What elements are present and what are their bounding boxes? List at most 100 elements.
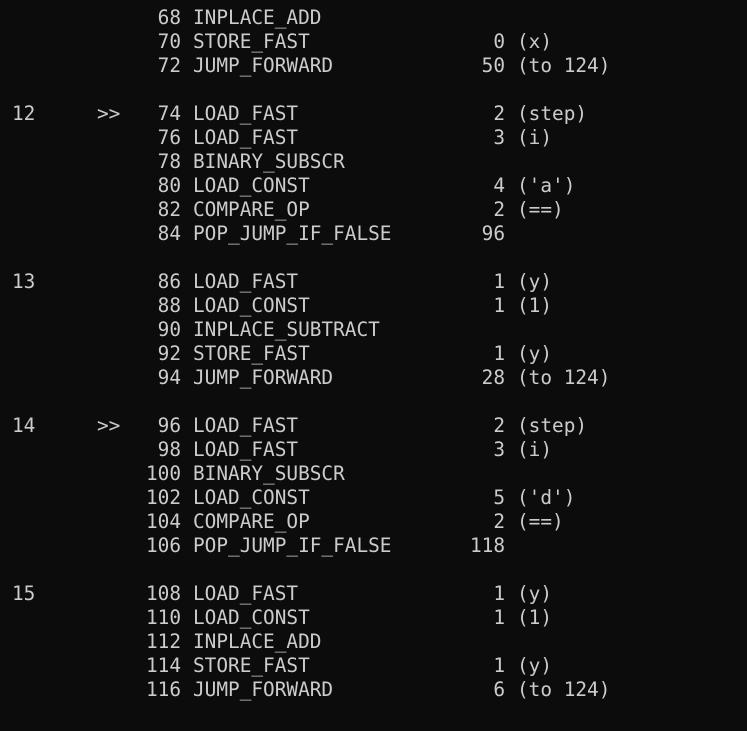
argument-repr: (i) <box>517 126 553 149</box>
opcode-name: POP_JUMP_IF_FALSE <box>193 534 392 557</box>
instruction-offset: 72 <box>157 54 181 77</box>
opcode-name: LOAD_FAST <box>193 102 299 125</box>
opcode-name: COMPARE_OP <box>193 198 310 221</box>
bytecode-line: 88 LOAD_CONST 1 (1) <box>0 294 747 318</box>
argument-repr: (==) <box>517 510 564 533</box>
instruction-offset: 78 <box>157 150 181 173</box>
bytecode-line: 112 INPLACE_ADD <box>0 630 747 654</box>
argument-repr: (to 124) <box>517 678 611 701</box>
opcode-name: LOAD_CONST <box>193 606 310 629</box>
bytecode-line: 100 BINARY_SUBSCR <box>0 462 747 486</box>
argument-repr: (1) <box>517 606 553 629</box>
opcode-name: LOAD_FAST <box>193 582 299 605</box>
instruction-offset: 108 <box>145 582 181 605</box>
opcode-argument: 1 <box>493 342 505 365</box>
bytecode-line: 78 BINARY_SUBSCR <box>0 150 747 174</box>
opcode-name: LOAD_CONST <box>193 294 310 317</box>
source-line-number: 15 <box>12 582 36 605</box>
terminal-output[interactable]: 68 INPLACE_ADD 70 STORE_FAST 0 (x) 72 JUMP_FORW… <box>0 6 747 731</box>
opcode-name: BINARY_SUBSCR <box>193 462 345 485</box>
instruction-offset: 116 <box>145 678 181 701</box>
instruction-offset: 76 <box>157 126 181 149</box>
instruction-offset: 94 <box>157 366 181 389</box>
opcode-argument: 1 <box>493 654 505 677</box>
instruction-offset: 104 <box>145 510 181 533</box>
bytecode-line: 116 JUMP_FORWARD 6 (to 124) <box>0 678 747 702</box>
instruction-offset: 92 <box>157 342 181 365</box>
opcode-argument: 96 <box>481 222 505 245</box>
opcode-name: POP_JUMP_IF_FALSE <box>193 222 392 245</box>
opcode-name: LOAD_FAST <box>193 414 299 437</box>
opcode-argument: 4 <box>493 174 505 197</box>
jump-target-marker: >> <box>97 414 121 437</box>
instruction-offset: 68 <box>157 6 181 29</box>
instruction-offset: 96 <box>157 414 181 437</box>
instruction-offset: 114 <box>145 654 181 677</box>
argument-repr: (y) <box>517 342 553 365</box>
bytecode-line: 110 LOAD_CONST 1 (1) <box>0 606 747 630</box>
instruction-offset: 90 <box>157 318 181 341</box>
bytecode-line: 80 LOAD_CONST 4 ('a') <box>0 174 747 198</box>
opcode-argument: 1 <box>493 582 505 605</box>
opcode-name: INPLACE_ADD <box>193 6 322 29</box>
argument-repr: (y) <box>517 582 553 605</box>
instruction-offset: 102 <box>145 486 181 509</box>
argument-repr: (y) <box>517 270 553 293</box>
source-line-number: 12 <box>12 102 36 125</box>
opcode-argument: 50 <box>481 54 505 77</box>
opcode-argument: 2 <box>493 102 505 125</box>
opcode-argument: 2 <box>493 510 505 533</box>
argument-repr: ('a') <box>517 174 576 197</box>
opcode-name: INPLACE_ADD <box>193 630 322 653</box>
instruction-offset: 110 <box>145 606 181 629</box>
source-line-number: 13 <box>12 270 36 293</box>
argument-repr: (step) <box>517 102 588 125</box>
argument-repr: (y) <box>517 654 553 677</box>
bytecode-line: 82 COMPARE_OP 2 (==) <box>0 198 747 222</box>
bytecode-line: 13 86 LOAD_FAST 1 (y) <box>0 270 747 294</box>
bytecode-line: 104 COMPARE_OP 2 (==) <box>0 510 747 534</box>
opcode-argument: 3 <box>493 126 505 149</box>
argument-repr: ('d') <box>517 486 576 509</box>
argument-repr: (==) <box>517 198 564 221</box>
opcode-name: STORE_FAST <box>193 30 310 53</box>
opcode-argument: 6 <box>493 678 505 701</box>
bytecode-line: 90 INPLACE_SUBTRACT <box>0 318 747 342</box>
bytecode-line: 84 POP_JUMP_IF_FALSE 96 <box>0 222 747 246</box>
instruction-offset: 100 <box>145 462 181 485</box>
jump-target-marker: >> <box>97 102 121 125</box>
argument-repr: (i) <box>517 438 553 461</box>
instruction-offset: 80 <box>157 174 181 197</box>
opcode-name: JUMP_FORWARD <box>193 366 334 389</box>
instruction-offset: 98 <box>157 438 181 461</box>
bytecode-line: 114 STORE_FAST 1 (y) <box>0 654 747 678</box>
opcode-name: LOAD_CONST <box>193 486 310 509</box>
argument-repr: (to 124) <box>517 366 611 389</box>
instruction-offset: 106 <box>145 534 181 557</box>
opcode-argument: 2 <box>493 414 505 437</box>
opcode-name: LOAD_FAST <box>193 126 299 149</box>
bytecode-line: 12 >> 74 LOAD_FAST 2 (step) <box>0 102 747 126</box>
instruction-offset: 84 <box>157 222 181 245</box>
bytecode-line: 72 JUMP_FORWARD 50 (to 124) <box>0 54 747 78</box>
bytecode-line: 68 INPLACE_ADD <box>0 6 747 30</box>
bytecode-line: 92 STORE_FAST 1 (y) <box>0 342 747 366</box>
opcode-argument: 1 <box>493 270 505 293</box>
opcode-argument: 3 <box>493 438 505 461</box>
opcode-argument: 1 <box>493 606 505 629</box>
opcode-name: LOAD_CONST <box>193 174 310 197</box>
instruction-offset: 74 <box>157 102 181 125</box>
opcode-name: STORE_FAST <box>193 342 310 365</box>
instruction-offset: 82 <box>157 198 181 221</box>
opcode-argument: 5 <box>493 486 505 509</box>
instruction-offset: 88 <box>157 294 181 317</box>
opcode-name: COMPARE_OP <box>193 510 310 533</box>
opcode-name: INPLACE_SUBTRACT <box>193 318 380 341</box>
opcode-name: BINARY_SUBSCR <box>193 150 345 173</box>
bytecode-line: 94 JUMP_FORWARD 28 (to 124) <box>0 366 747 390</box>
argument-repr: (step) <box>517 414 588 437</box>
opcode-name: LOAD_FAST <box>193 270 299 293</box>
opcode-argument: 28 <box>481 366 505 389</box>
